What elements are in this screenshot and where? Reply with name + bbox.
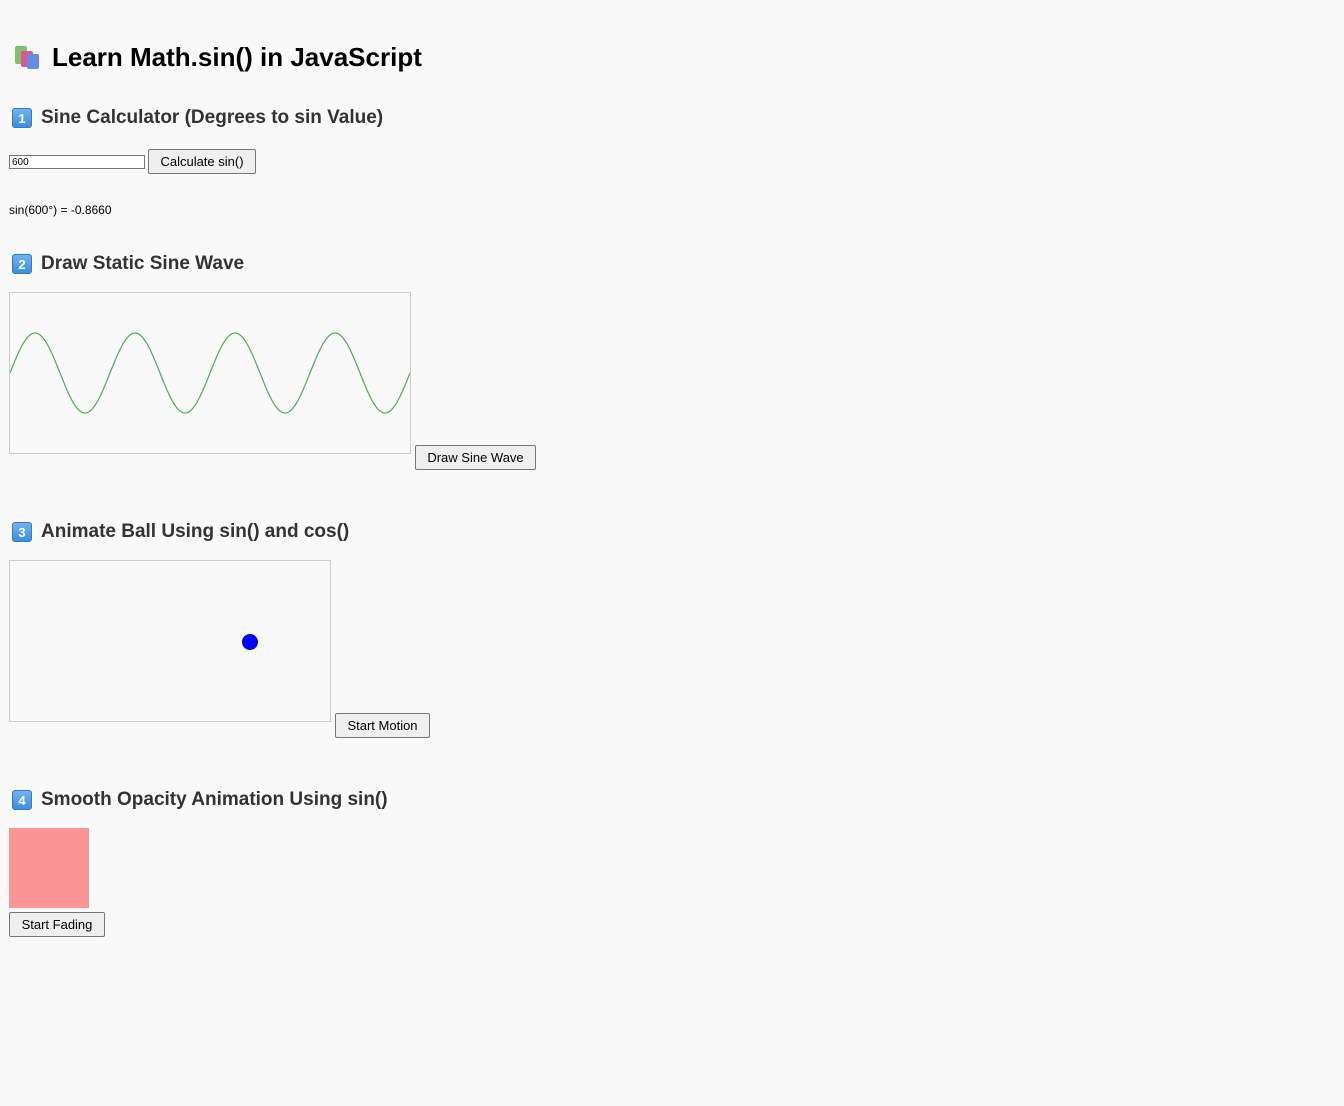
keycap-four-icon: 4 [12, 790, 32, 810]
section-title-text: Sine Calculator (Degrees to sin Value) [41, 107, 384, 128]
page: Learn Math.sin() in JavaScript 1 Sine Ca… [0, 0, 1344, 1106]
sin-result: sin(600°) = -0.8660 [9, 203, 112, 217]
section-title-sine-wave: 2 Draw Static Sine Wave [12, 251, 244, 277]
sine-wave-svg [10, 332, 410, 414]
keycap-one-icon: 1 [12, 108, 32, 128]
section-title-animate-ball: 3 Animate Ball Using sin() and cos() [12, 519, 349, 545]
sine-wave-line [10, 332, 410, 414]
start-motion-button[interactable]: Start Motion [335, 713, 430, 738]
books-icon [14, 43, 42, 71]
draw-sine-wave-button[interactable]: Draw Sine Wave [415, 445, 536, 470]
fading-box [9, 828, 89, 908]
page-title: Learn Math.sin() in JavaScript [14, 40, 422, 74]
section-title-calculator: 1 Sine Calculator (Degrees to sin Value) [12, 105, 383, 131]
section-title-text: Draw Static Sine Wave [41, 253, 245, 274]
keycap-three-icon: 3 [12, 522, 32, 542]
moving-ball [242, 634, 258, 650]
section-title-text: Animate Ball Using sin() and cos() [41, 521, 350, 542]
sine-wave-canvas [9, 292, 411, 454]
section-title-text: Smooth Opacity Animation Using sin() [41, 789, 388, 810]
calculate-sin-button[interactable]: Calculate sin() [148, 149, 256, 174]
ball-canvas [9, 560, 331, 722]
keycap-two-icon: 2 [12, 254, 32, 274]
start-fading-button[interactable]: Start Fading [9, 912, 105, 937]
degrees-input[interactable] [9, 155, 145, 169]
page-title-text: Learn Math.sin() in JavaScript [52, 41, 422, 72]
ball-svg [242, 634, 258, 650]
section-title-opacity: 4 Smooth Opacity Animation Using sin() [12, 787, 388, 813]
